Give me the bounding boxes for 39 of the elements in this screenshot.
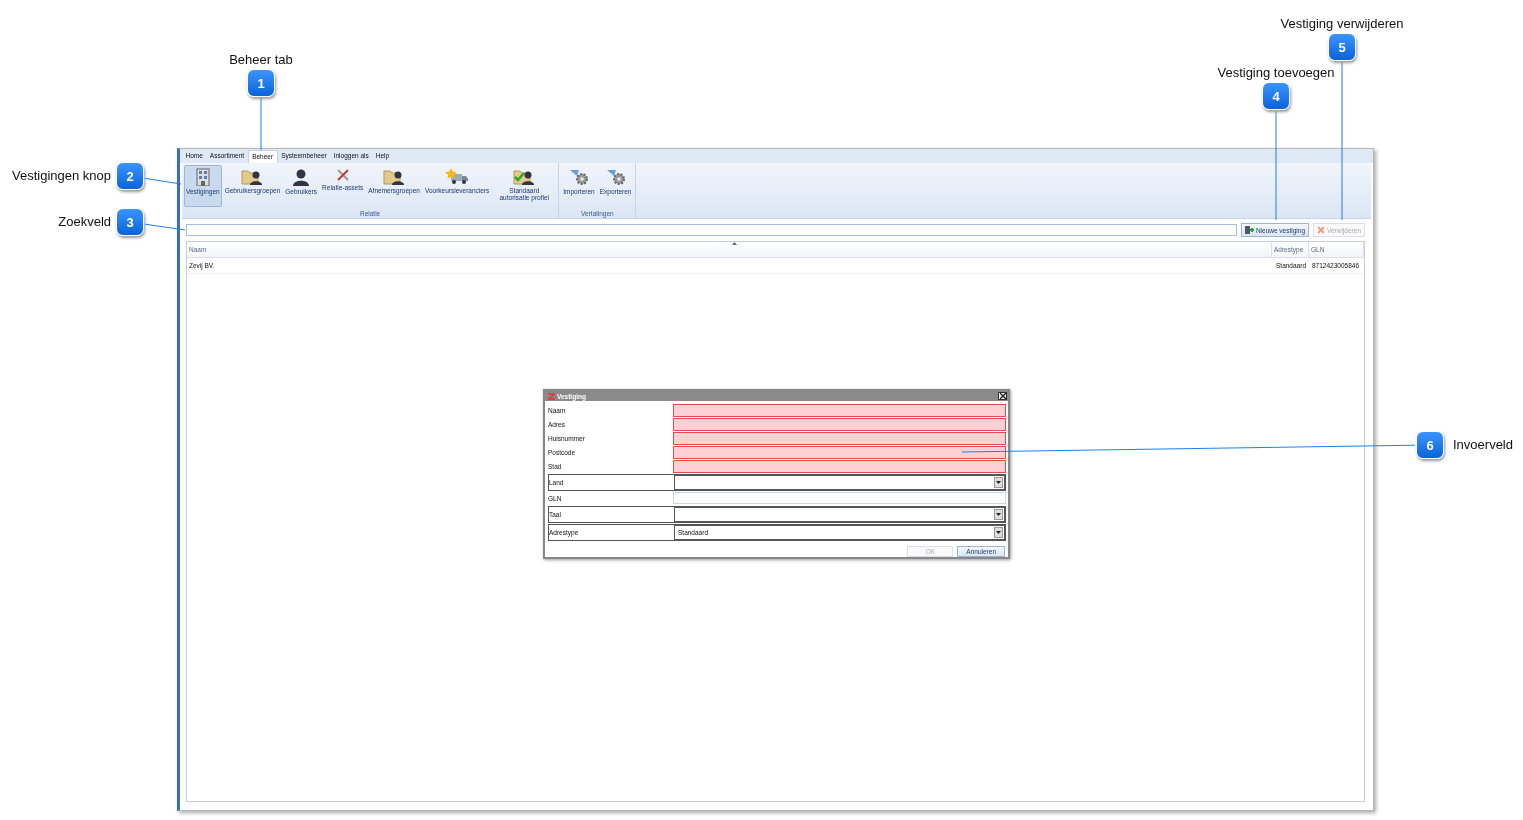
add-icon [1244, 225, 1254, 235]
close-icon [999, 393, 1006, 399]
tools-icon [335, 168, 350, 182]
truck-star-icon [445, 168, 470, 185]
callout-label: Beheer tab [229, 52, 293, 67]
callout-badge: 4 [1262, 82, 1290, 110]
search-field[interactable] [186, 224, 1237, 236]
person-icon [292, 168, 311, 186]
check-person-icon [513, 168, 536, 185]
input-field[interactable] [673, 445, 1006, 459]
building-icon [195, 168, 210, 186]
callout-label: Vestiging toevoegen [1217, 65, 1335, 80]
leader-line [144, 177, 182, 185]
sort-icon [732, 242, 737, 245]
dropdown-caret-icon [996, 531, 1001, 534]
folder-person-icon [383, 168, 406, 185]
callout-label: Vestiging verwijderen [1280, 16, 1404, 31]
callout-label: Invoerveld [1453, 437, 1513, 452]
dropdown-field[interactable] [674, 475, 1005, 490]
input-field[interactable] [673, 403, 1006, 417]
input-field[interactable] [673, 417, 1006, 431]
callout-label: Vestigingen knop [11, 168, 111, 183]
callout-badge: 1 [247, 69, 275, 97]
app-logo-icon [548, 392, 555, 400]
callout-badge: 6 [1416, 431, 1444, 459]
folder-person-icon [241, 168, 264, 185]
leader-line [144, 223, 186, 231]
dropdown-field[interactable] [674, 507, 1005, 522]
leader-line [260, 97, 262, 151]
dropdown-caret-icon [996, 481, 1001, 484]
callout-badge: 5 [1328, 33, 1356, 61]
close-button[interactable] [998, 392, 1007, 400]
input-field[interactable] [673, 459, 1006, 473]
callout-label: Zoekveld [58, 214, 111, 229]
input-field[interactable] [673, 431, 1006, 445]
callout-badge: 2 [116, 162, 144, 190]
dropdown-caret-icon [996, 513, 1001, 516]
delete-icon [1317, 226, 1326, 234]
callout-badge: 3 [116, 208, 144, 236]
